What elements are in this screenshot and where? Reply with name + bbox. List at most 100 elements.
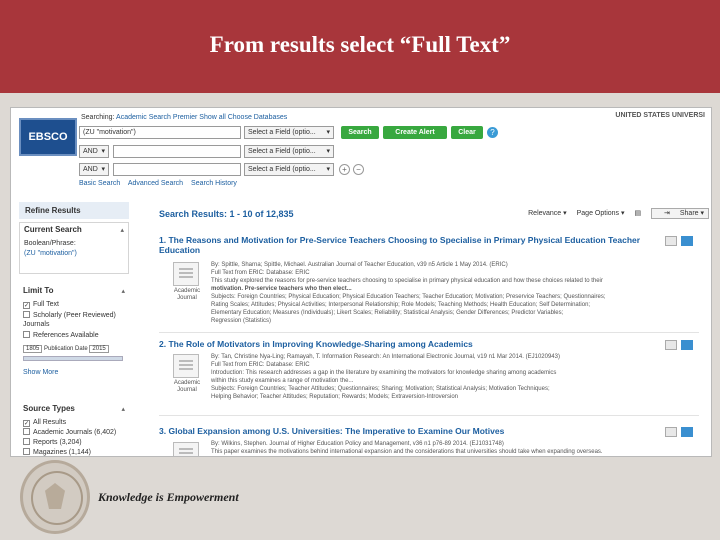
result-title-3[interactable]: 3. Global Expansion among U.S. Universit…: [159, 426, 639, 436]
result-title-text[interactable]: The Reasons and Motivation for Pre-Servi…: [159, 235, 640, 255]
result-number: 2.: [159, 339, 167, 349]
academic-journals-checkbox[interactable]: Academic Journals (6,402): [23, 428, 116, 437]
page-options-dropdown[interactable]: Page Options ▾: [577, 210, 625, 217]
source-label: Reports (3,204): [33, 439, 82, 446]
add-row-icon[interactable]: +: [339, 164, 350, 175]
limit-label: Full Text: [33, 301, 59, 308]
meta-line: Full Text from ERIC: Database: ERIC: [211, 362, 310, 368]
result-meta-1: By: Spittle, Sharna; Spittle, Michael. A…: [211, 261, 691, 325]
all-results-checkbox[interactable]: ✓ All Results: [23, 418, 66, 427]
field-select-label: Select a Field (optio...: [248, 148, 316, 155]
boolean-phrase-value[interactable]: (ZU "motivation"): [20, 249, 128, 259]
meta-line: By: Spittle, Sharna; Spittle, Michael. A…: [211, 262, 508, 268]
field-select-label: Select a Field (optio...: [248, 166, 316, 173]
limit-to-title[interactable]: Limit To: [19, 284, 129, 297]
document-type-label: Academic Journal: [173, 288, 201, 301]
checkbox-icon[interactable]: [23, 448, 30, 455]
preview-icon[interactable]: [665, 236, 677, 246]
result-title-2[interactable]: 2. The Role of Motivators in Improving K…: [159, 339, 639, 349]
search-subnav: Basic Search Advanced Search Search Hist…: [79, 180, 243, 187]
slide-title: From results select “Full Text”: [209, 32, 511, 57]
show-all-link[interactable]: Show all: [199, 114, 225, 121]
clear-button[interactable]: Clear: [451, 126, 483, 139]
search-input-3[interactable]: [113, 163, 241, 176]
limit-label: References Available: [33, 332, 99, 339]
field-select-1[interactable]: Select a Field (optio... ▾: [244, 126, 334, 139]
result-divider: [159, 415, 699, 416]
search-history-link[interactable]: Search History: [191, 180, 237, 187]
preview-icon[interactable]: [665, 340, 677, 350]
date-from-input[interactable]: 1805: [23, 345, 43, 353]
share-button[interactable]: ⇥ Share ▾: [651, 208, 709, 219]
ebsco-logo[interactable]: EBSCO: [19, 118, 77, 156]
remove-row-icon[interactable]: −: [353, 164, 364, 175]
college-seal-icon: [20, 460, 90, 534]
date-to-input[interactable]: 2015: [89, 345, 109, 353]
result-title-text[interactable]: The Role of Motivators in Improving Know…: [168, 339, 472, 349]
searching-line: Searching: Academic Search Premier Show …: [81, 114, 287, 121]
print-icon[interactable]: ▤: [634, 210, 641, 217]
chevron-up-icon[interactable]: ▴: [120, 226, 124, 234]
current-search-title[interactable]: Current Search: [20, 223, 128, 236]
share-icon: ⇥: [664, 210, 672, 217]
source-label: Academic Journals (6,402): [33, 429, 117, 436]
result-title-1[interactable]: 1. The Reasons and Motivation for Pre-Se…: [159, 235, 659, 255]
chevron-up-icon[interactable]: ▴: [121, 287, 125, 295]
scholarly-checkbox[interactable]: Scholarly (Peer Reviewed) Journals: [23, 311, 123, 329]
magazines-checkbox[interactable]: Magazines (1,144): [23, 448, 91, 456]
result-actions-2: [665, 340, 693, 350]
reports-checkbox[interactable]: Reports (3,204): [23, 438, 82, 447]
meta-line: Full Text from ERIC: Database: ERIC: [211, 270, 310, 276]
meta-line: This study explored the reasons for pre-…: [211, 278, 603, 284]
results-controls: Relevance ▾ Page Options ▾ ▤ ⇥ Share ▾: [520, 208, 709, 219]
meta-line: Regression (Statistics): [211, 318, 272, 324]
search-button[interactable]: Search: [341, 126, 379, 139]
field-select-3[interactable]: Select a Field (optio... ▾: [244, 163, 334, 176]
document-icon: [173, 262, 199, 286]
full-text-checkbox[interactable]: ✓ Full Text: [23, 300, 59, 309]
help-icon[interactable]: ?: [487, 127, 498, 138]
checkbox-checked-icon[interactable]: ✓: [23, 420, 30, 427]
chevron-down-icon: ▾: [326, 166, 330, 173]
checkbox-icon[interactable]: [23, 311, 30, 318]
source-types-title[interactable]: Source Types: [19, 402, 129, 415]
result-title-text[interactable]: Global Expansion among U.S. Universities…: [168, 426, 504, 436]
references-checkbox[interactable]: References Available: [23, 331, 99, 340]
show-more-link[interactable]: Show More: [19, 368, 62, 378]
chevron-down-icon: ▾: [101, 166, 105, 173]
preview-icon[interactable]: [665, 427, 677, 437]
share-label: Share ▾: [679, 210, 704, 217]
date-range-row: 1805 Publication Date 2015: [19, 344, 125, 354]
refine-results-title: Refine Results: [19, 202, 129, 219]
chevron-down-icon: ▾: [326, 148, 330, 155]
date-slider[interactable]: [23, 356, 123, 361]
create-alert-button[interactable]: Create Alert: [383, 126, 447, 139]
search-input-1[interactable]: (ZU "motivation"): [79, 126, 241, 139]
meta-line: within this study examines a range of mo…: [211, 378, 354, 384]
checkbox-checked-icon[interactable]: ✓: [23, 302, 30, 309]
checkbox-icon[interactable]: [23, 428, 30, 435]
advanced-search-link[interactable]: Advanced Search: [128, 180, 183, 187]
chevron-up-icon[interactable]: ▴: [121, 405, 125, 413]
search-input-2[interactable]: [113, 145, 241, 158]
database-name: Academic Search Premier: [116, 114, 198, 121]
boolean-select-2[interactable]: AND ▾: [79, 145, 109, 158]
limit-to-panel: Limit To ▴ ✓ Full Text Scholarly (Peer Re…: [19, 284, 129, 392]
field-select-2[interactable]: Select a Field (optio... ▾: [244, 145, 334, 158]
limit-label: Scholarly (Peer Reviewed) Journals: [23, 312, 116, 328]
folder-icon[interactable]: [681, 427, 693, 437]
meta-line: Elementary Education; Measures (Individu…: [211, 310, 564, 316]
folder-icon[interactable]: [681, 340, 693, 350]
boolean-select-3[interactable]: AND ▾: [79, 163, 109, 176]
meta-line: Introduction: This research addresses a …: [211, 370, 557, 376]
ebsco-screenshot: EBSCO Searching: Academic Search Premier…: [10, 107, 712, 457]
folder-icon[interactable]: [681, 236, 693, 246]
current-search-panel: Current Search ▴ Boolean/Phrase: (ZU "mo…: [19, 222, 129, 274]
sort-relevance-dropdown[interactable]: Relevance ▾: [528, 210, 567, 217]
meta-line: By: Tan, Christine Nya-Ling; Ramayah, T.…: [211, 354, 560, 360]
result-actions-3: [665, 427, 693, 437]
basic-search-link[interactable]: Basic Search: [79, 180, 120, 187]
choose-databases-link[interactable]: Choose Databases: [228, 114, 288, 121]
checkbox-icon[interactable]: [23, 331, 30, 338]
checkbox-icon[interactable]: [23, 438, 30, 445]
